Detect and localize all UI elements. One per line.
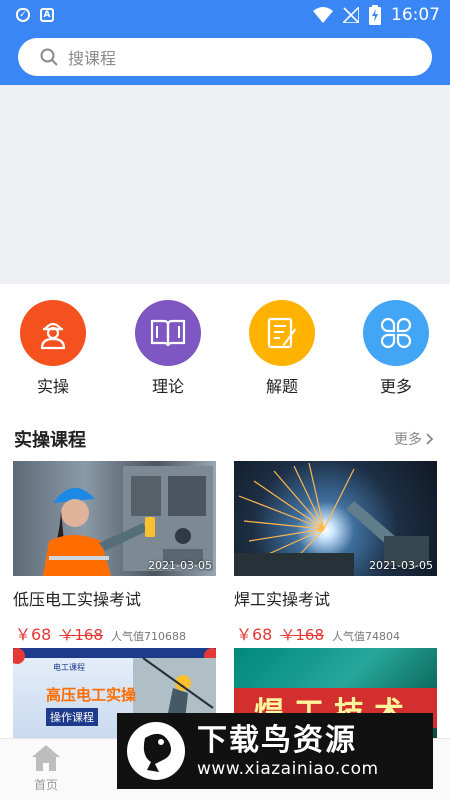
course-date: 2021-03-05 [369, 559, 433, 572]
category-solve[interactable]: 解题 [242, 300, 322, 397]
book-icon [135, 300, 201, 366]
more-link[interactable]: 更多 [394, 429, 434, 449]
tab-home[interactable]: 首页 [26, 743, 66, 793]
category-label: 实操 [36, 377, 69, 396]
no-signal-icon [343, 7, 359, 23]
watermark-url: www.xiazainiao.com [197, 759, 379, 779]
search-input[interactable]: 搜课程 [18, 38, 432, 76]
course-thumbnail: 2021-03-05 [13, 461, 216, 576]
category-row: 实操 理论 解题 更多 [0, 300, 450, 400]
category-practice[interactable]: 实操 [13, 300, 93, 397]
course-original-price: ￥168 [59, 626, 104, 644]
course-popularity: 人气值710688 [111, 630, 187, 643]
worker-icon [20, 300, 86, 366]
course-original-price: ￥168 [280, 626, 325, 644]
section-title: 实操课程 [14, 430, 86, 451]
wifi-icon [313, 7, 333, 23]
search-icon [40, 48, 58, 66]
thumb-tag: 电工课程 [53, 663, 85, 672]
course-name: 低压电工实操考试 [13, 590, 142, 609]
banner-carousel[interactable] [0, 85, 450, 284]
course-price: ￥68 [236, 625, 273, 644]
search-placeholder: 搜课程 [68, 49, 117, 68]
header: ✓ A 16:07 搜课程 [0, 0, 450, 85]
category-label: 更多 [379, 377, 412, 396]
thumb-title: 高压电工实操 [46, 686, 137, 704]
more-label: 更多 [394, 432, 422, 448]
course-price: ￥68 [15, 625, 52, 644]
a-icon: A [40, 8, 54, 22]
watermark-title: 下载鸟资源 [197, 723, 357, 758]
course-card[interactable]: 2021-03-05 低压电工实操考试 ￥68 ￥168 人气值710688 [13, 461, 216, 644]
shield-icon: ✓ [16, 8, 30, 22]
battery-icon [369, 5, 381, 25]
course-thumbnail: 2021-03-05 [234, 461, 437, 576]
category-label: 解题 [265, 377, 298, 396]
category-label: 理论 [151, 377, 184, 396]
bird-logo-icon [127, 722, 185, 780]
course-popularity: 人气值74804 [332, 630, 401, 643]
thumb-subtitle: 操作课程 [46, 708, 98, 726]
watermark: 下载鸟资源 www.xiazainiao.com [117, 713, 433, 789]
category-more[interactable]: 更多 [356, 300, 436, 397]
chevron-right-icon [426, 433, 434, 445]
course-name: 焊工实操考试 [234, 590, 331, 609]
status-time: 16:07 [391, 5, 440, 25]
tab-home-label: 首页 [33, 778, 58, 792]
category-theory[interactable]: 理论 [128, 300, 208, 397]
course-date: 2021-03-05 [148, 559, 212, 572]
home-icon [32, 745, 60, 771]
status-bar: ✓ A 16:07 [0, 0, 450, 30]
grid-icon [363, 300, 429, 366]
notes-icon [249, 300, 315, 366]
course-card[interactable]: 2021-03-05 焊工实操考试 ￥68 ￥168 人气值74804 [234, 461, 437, 644]
